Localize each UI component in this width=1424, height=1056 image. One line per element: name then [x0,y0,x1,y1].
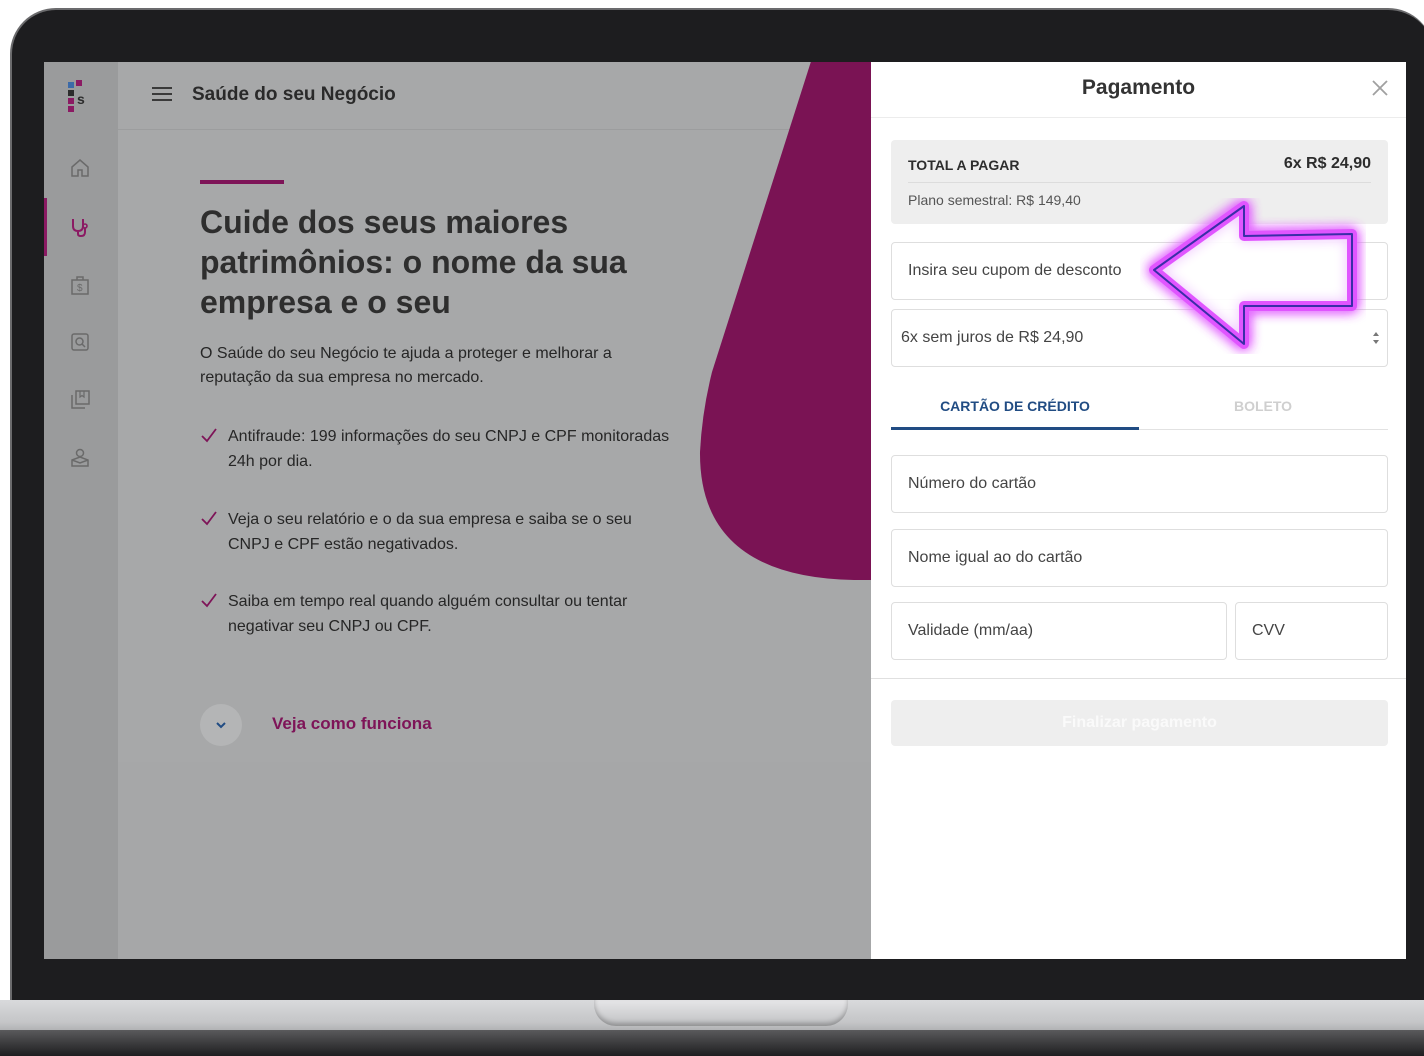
check-icon [201,593,217,608]
card-name-input[interactable]: Nome igual ao do cartão [891,529,1388,587]
feature-text: Antifraude: 199 informações do seu CNPJ … [228,428,670,470]
hamburger-menu-icon[interactable] [152,84,174,104]
sidebar: s $ [44,62,118,959]
chevron-down-icon [216,722,226,729]
laptop-notch [594,1000,848,1026]
tab-credit-card[interactable]: CARTÃO DE CRÉDITO [891,398,1139,414]
svg-text:$: $ [77,283,83,294]
cvv-input[interactable]: CVV [1235,602,1388,660]
card-number-placeholder: Número do cartão [908,475,1037,492]
total-summary: TOTAL A PAGAR 6x R$ 24,90 Plano semestra… [891,140,1388,224]
how-it-works-link[interactable]: Veja como funciona [272,714,432,734]
payment-method-tabs: CARTÃO DE CRÉDITO BOLETO [891,388,1388,430]
feature-item: Saiba em tempo real quando alguém consul… [200,589,670,639]
stethoscope-icon[interactable] [66,213,94,241]
app-title: Saúde do seu Negócio [192,84,396,105]
select-arrows-icon [1373,332,1379,344]
svg-text:s: s [77,91,85,107]
screen: s $ Saúde do seu Negócio Cuide dos seus … [44,62,1406,959]
hero-title: Cuide dos seus maiores patrimônios: o no… [200,204,627,320]
card-number-input[interactable]: Número do cartão [891,455,1388,513]
check-icon [201,428,217,443]
divider [871,678,1406,679]
coupon-input[interactable]: Insira seu cupom de desconto [891,242,1388,300]
cvv-placeholder: CVV [1252,622,1285,639]
close-icon[interactable] [1370,78,1390,98]
check-icon [201,511,217,526]
money-bag-icon[interactable]: $ [66,271,94,299]
installments-value: 6x sem juros de R$ 24,90 [901,329,1084,346]
feature-item: Antifraude: 199 informações do seu CNPJ … [200,424,670,474]
logo-icon[interactable]: s [64,80,96,114]
feature-text: Saiba em tempo real quando alguém consul… [228,593,628,635]
panel-header: Pagamento [871,62,1406,118]
search-document-icon[interactable] [66,328,94,356]
installments-select[interactable]: 6x sem juros de R$ 24,90 [891,309,1388,367]
user-box-icon[interactable] [66,444,94,472]
hero-description: O Saúde do seu Negócio te ajuda a proteg… [200,345,612,386]
expiry-input[interactable]: Validade (mm/aa) [891,602,1227,660]
accent-line [200,180,284,184]
payment-panel: Pagamento TOTAL A PAGAR 6x R$ 24,90 Plan… [871,62,1406,959]
expiry-placeholder: Validade (mm/aa) [908,622,1034,639]
plan-text: Plano semestral: R$ 149,40 [908,192,1081,208]
panel-title: Pagamento [1081,76,1196,99]
feature-item: Veja o seu relatório e o da sua empresa … [200,507,670,557]
home-icon[interactable] [66,154,94,182]
coupon-placeholder: Insira seu cupom de desconto [908,262,1122,279]
tab-boleto[interactable]: BOLETO [1139,398,1387,414]
card-name-placeholder: Nome igual ao do cartão [908,549,1083,566]
divider [908,182,1371,183]
total-value: 6x R$ 24,90 [1283,155,1371,172]
total-label: TOTAL A PAGAR [908,157,1020,173]
copy-icon[interactable] [66,386,94,414]
feature-text: Veja o seu relatório e o da sua empresa … [228,511,632,553]
finalize-payment-button[interactable]: Finalizar pagamento [891,700,1388,746]
laptop-base-edge [0,1030,1424,1056]
expand-button[interactable] [200,704,242,746]
page-background-lower [44,762,871,959]
sidebar-active-indicator [44,198,47,256]
active-tab-indicator [891,427,1139,430]
